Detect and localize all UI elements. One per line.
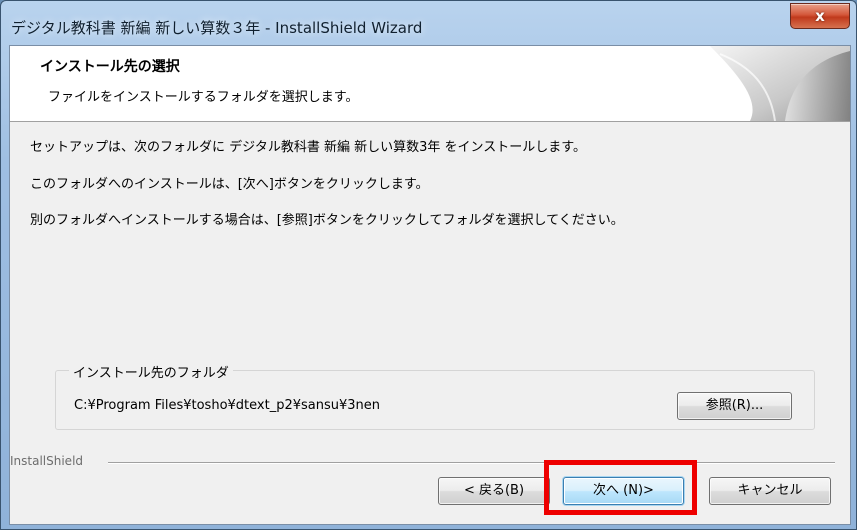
next-button-highlight bbox=[544, 460, 697, 515]
browse-instruction-text: 別のフォルダへインストールする場合は、[参照]ボタンをクリックしてフォルダを選択… bbox=[30, 213, 624, 228]
installer-window: デジタル教科書 新編 新しい算数３年 - InstallShield Wizar… bbox=[0, 0, 857, 530]
next-instruction-text: このフォルダへのインストールは、[次へ]ボタンをクリックします。 bbox=[30, 177, 429, 192]
wizard-header: インストール先の選択 ファイルをインストールするフォルダを選択します。 bbox=[10, 46, 850, 122]
destination-folder-label: インストール先のフォルダ bbox=[69, 362, 233, 381]
close-icon: x bbox=[815, 7, 825, 25]
brand-divider bbox=[108, 462, 835, 464]
title-bar[interactable]: デジタル教科書 新編 新しい算数３年 - InstallShield Wizar… bbox=[1, 1, 856, 45]
page-subtitle: ファイルをインストールするフォルダを選択します。 bbox=[48, 90, 359, 105]
page-curl-graphic-icon bbox=[710, 46, 850, 121]
intro-text: セットアップは、次のフォルダに デジタル教科書 新編 新しい算数3年 をインスト… bbox=[30, 140, 586, 155]
back-button[interactable]: < 戻る(B) bbox=[438, 477, 550, 505]
installshield-brand: InstallShield bbox=[10, 454, 84, 468]
window-title: デジタル教科書 新編 新しい算数３年 - InstallShield Wizar… bbox=[11, 19, 423, 37]
close-button[interactable]: x bbox=[790, 3, 850, 29]
cancel-button[interactable]: キャンセル bbox=[709, 477, 831, 505]
wizard-client-area: インストール先の選択 ファイルをインストールするフォルダを選択します。 セットア… bbox=[9, 45, 851, 525]
browse-button[interactable]: 参照(R)... bbox=[677, 392, 792, 420]
page-title: インストール先の選択 bbox=[40, 59, 180, 75]
destination-folder-path: C:¥Program Files¥tosho¥dtext_p2¥sansu¥3n… bbox=[74, 398, 381, 413]
